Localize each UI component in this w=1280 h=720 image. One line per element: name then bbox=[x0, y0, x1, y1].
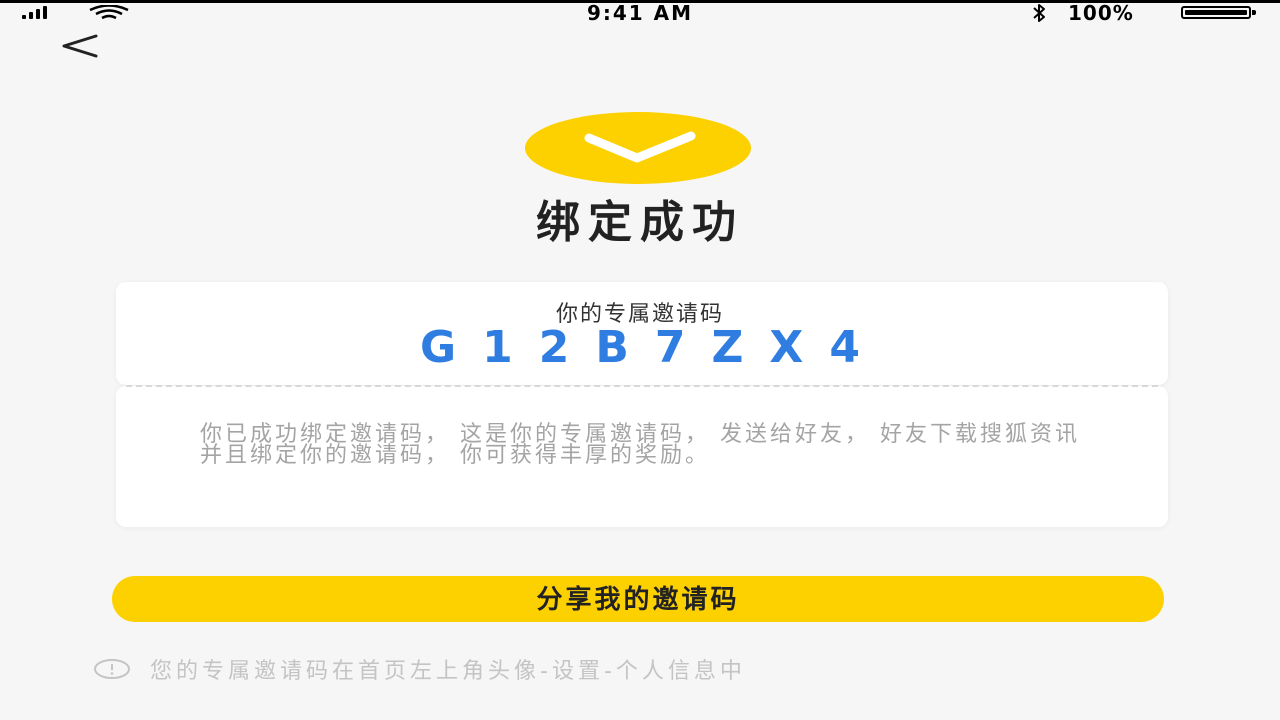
invite-description: 你已成功绑定邀请码， 这是你的专属邀请码， 发送给好友， 好友下载搜狐资讯并且绑… bbox=[200, 422, 1080, 468]
info-icon bbox=[94, 659, 130, 679]
invite-success-screen: 9:41 AM 100% 绑定成功 你的专属邀请码 G12B7ZX4 你已成功绑… bbox=[0, 0, 1280, 720]
share-invite-code-button[interactable]: 分享我的邀请码 bbox=[112, 576, 1164, 622]
status-bar: 9:41 AM 100% bbox=[0, 0, 1280, 25]
bluetooth-icon bbox=[1033, 4, 1045, 22]
hint-text: 您的专属邀请码在首页左上角头像-设置-个人信息中 bbox=[150, 659, 746, 684]
checkmark-icon bbox=[584, 131, 696, 163]
battery-icon bbox=[1181, 6, 1251, 19]
invite-code-value: G12B7ZX4 bbox=[420, 322, 886, 373]
battery-percentage: 100% bbox=[1068, 1, 1134, 25]
hint-row: 您的专属邀请码在首页左上角头像-设置-个人信息中 bbox=[92, 656, 746, 684]
battery-tip bbox=[1252, 10, 1256, 15]
back-button[interactable] bbox=[56, 28, 104, 64]
page-title: 绑定成功 bbox=[536, 197, 744, 248]
chevron-left-icon bbox=[62, 34, 98, 58]
card-divider bbox=[126, 385, 1158, 387]
success-badge bbox=[525, 112, 751, 184]
